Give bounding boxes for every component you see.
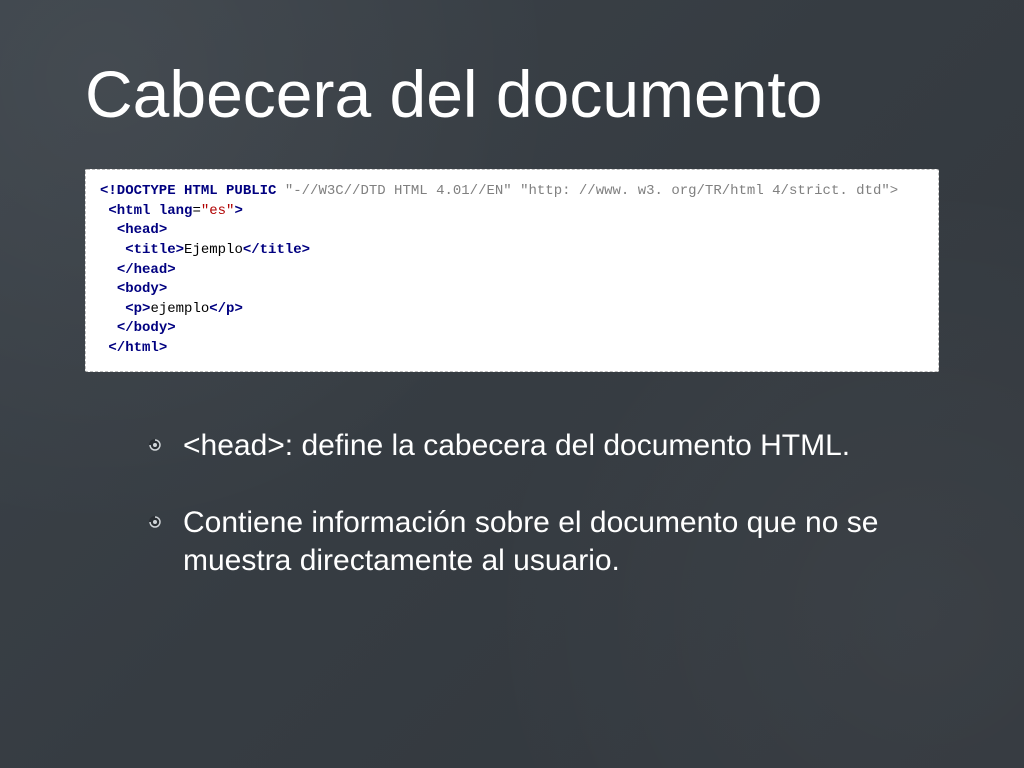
bullet-item: <head>: define la cabecera del documento… (155, 427, 939, 465)
code-text: <body> (117, 281, 167, 297)
code-text: Ejemplo (184, 242, 243, 258)
code-text: "-//W3C//DTD HTML 4.01//EN" (285, 183, 512, 199)
bullet-text: <head>: define la cabecera del documento… (183, 429, 850, 462)
code-text: > (234, 203, 242, 219)
code-text: = (192, 203, 200, 219)
code-text: </head> (117, 262, 176, 278)
bullet-text: Contiene información sobre el documento … (183, 506, 878, 577)
code-box: <!DOCTYPE HTML PUBLIC "-//W3C//DTD HTML … (85, 169, 939, 371)
code-text: ejemplo (150, 301, 209, 317)
code-text: </title> (243, 242, 310, 258)
code-text: <p> (125, 301, 150, 317)
code-text: </html> (108, 340, 167, 356)
code-text: </body> (117, 320, 176, 336)
bullet-list: <head>: define la cabecera del documento… (85, 427, 939, 580)
code-text: <!DOCTYPE HTML PUBLIC (100, 183, 276, 199)
code-text: <title> (125, 242, 184, 258)
swirl-bullet-icon (147, 514, 163, 530)
code-text: </p> (209, 301, 243, 317)
code-text: "http: //www. w3. org/TR/html 4/strict. … (520, 183, 898, 199)
slide-title: Cabecera del documento (85, 60, 939, 129)
code-text: <head> (117, 222, 167, 238)
swirl-bullet-icon (147, 437, 163, 453)
code-text: lang (150, 203, 192, 219)
slide: Cabecera del documento <!DOCTYPE HTML PU… (0, 0, 1024, 768)
bullet-item: Contiene información sobre el documento … (155, 504, 939, 579)
code-text: "es" (201, 203, 235, 219)
code-text: <html (108, 203, 150, 219)
